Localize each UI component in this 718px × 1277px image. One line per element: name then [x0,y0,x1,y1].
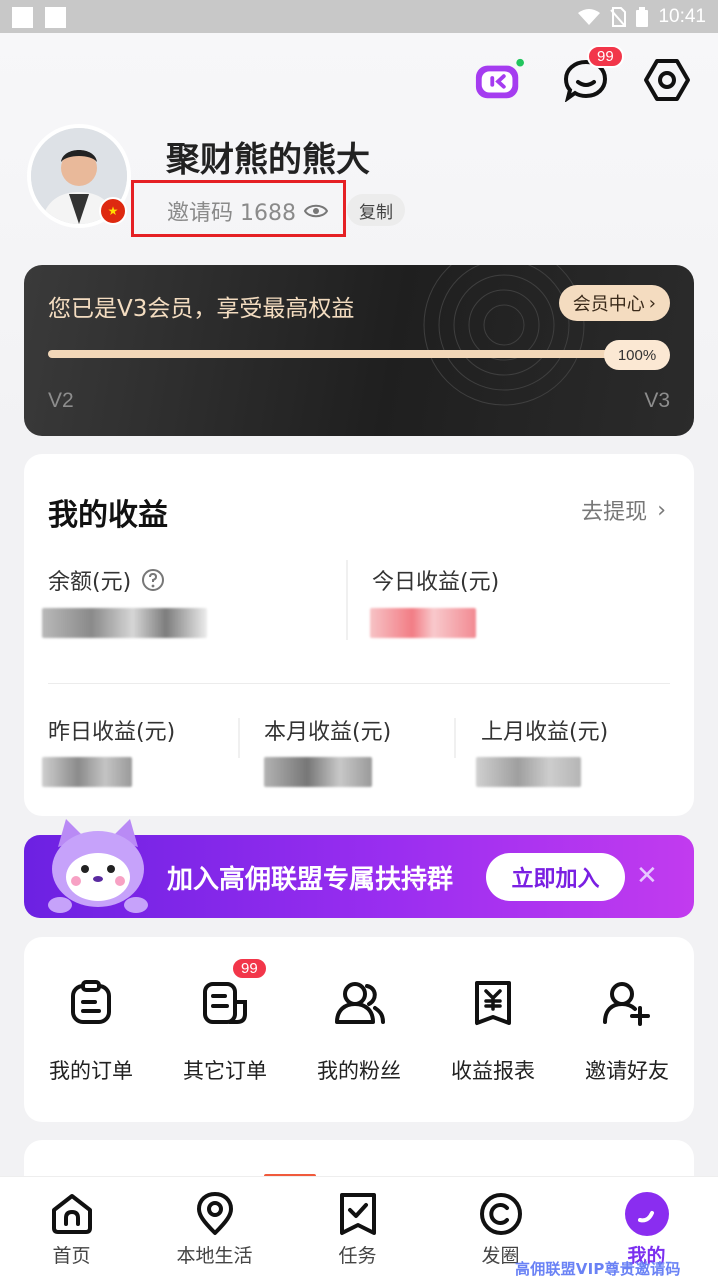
chevron-right-icon: › [657,497,666,523]
withdraw-link[interactable]: 去提现 › [581,494,666,526]
robot-assistant-button[interactable] [474,57,524,103]
earnings-card: 我的收益 去提现 › 余额(元) 今日收益(元) 昨日收益(元) 本月收益(元)… [24,454,694,816]
last-month-earnings-value-blurred [476,757,581,787]
copy-button[interactable]: 复制 [347,194,405,226]
tab-label: 发圈 [481,1245,520,1267]
vip-level-from: V2 [48,389,74,412]
close-icon[interactable]: ✕ [636,861,658,891]
last-month-earnings-label: 上月收益(元) [481,720,609,745]
notification-icon [12,7,33,28]
settings-button[interactable] [642,57,692,103]
divider [238,718,240,758]
month-earnings-value-blurred [264,757,372,787]
today-earnings-label: 今日收益(元) [372,570,500,595]
shortcut-label: 我的订单 [49,1059,133,1083]
earnings-title: 我的收益 [48,498,168,533]
other-orders-badge: 99 [231,957,268,980]
withdraw-label: 去提现 [581,500,648,525]
vip-title: 您已是V3会员，享受最高权益 [48,296,355,322]
eye-icon[interactable] [303,203,328,219]
balance-label: 余额(元) [48,564,165,596]
balance-value-blurred [42,608,207,638]
shortcut-other-orders[interactable]: 99 其它订单 [158,937,292,1122]
month-earnings-label: 本月收益(元) [264,720,392,745]
username: 聚财熊的熊大 [166,140,370,180]
yesterday-earnings-value-blurred [42,757,132,787]
today-earnings-value-blurred [370,608,476,638]
shortcut-label: 收益报表 [451,1059,535,1083]
shortcut-earnings-report[interactable]: 收益报表 [426,937,560,1122]
vip-card[interactable]: 您已是V3会员，享受最高权益 会员中心 › 100% V2 V3 [24,265,694,436]
tab-local-life[interactable]: 本地生活 [143,1177,286,1277]
watermark-text: 高佣联盟VIP尊贵邀请码1688 [515,1260,681,1277]
member-center-label: 会员中心 [572,294,645,315]
yesterday-earnings-label: 昨日收益(元) [48,720,176,745]
shortcut-invite-friends[interactable]: 邀请好友 [560,937,694,1122]
tab-label: 本地生活 [176,1245,253,1267]
vip-level-to: V3 [644,389,670,412]
report-icon [475,981,511,1025]
location-icon [196,1192,233,1235]
shortcut-my-orders[interactable]: 我的订单 [24,937,158,1122]
status-time: 10:41 [658,5,706,27]
wifi-icon [578,8,601,25]
home-icon [51,1194,92,1234]
profile-icon [624,1192,669,1236]
help-icon[interactable] [141,568,165,592]
no-sim-icon [610,6,627,27]
member-center-button[interactable]: 会员中心 › [558,285,670,321]
status-bar: 10:41 [0,0,718,33]
invite-friend-icon [603,982,650,1026]
shortcut-my-fans[interactable]: 我的粉丝 [292,937,426,1122]
divider [48,683,670,684]
promo-text: 加入高佣联盟专属扶持群 [167,865,454,895]
fans-icon [335,982,385,1024]
order-icon [71,980,111,1024]
join-group-banner[interactable]: 加入高佣联盟专属扶持群 立即加入 ✕ [24,819,694,918]
vip-progress-label: 100% [604,340,670,370]
other-order-icon [203,982,247,1024]
robot-icon [475,58,524,99]
message-badge: 99 [587,45,624,68]
shortcuts-card: 我的订单 99 其它订单 我的粉丝 收益报表 邀请好友 [24,937,694,1122]
shortcut-label: 邀请好友 [585,1059,669,1083]
moments-icon [479,1193,522,1235]
task-icon [339,1193,376,1235]
chevron-right-icon: › [648,292,656,314]
shortcut-label: 我的粉丝 [317,1059,401,1083]
vip-progress-bar [48,350,628,358]
battery-icon [636,6,649,27]
tab-home[interactable]: 首页 [0,1177,143,1277]
flag-icon: ★ [99,197,127,225]
messages-button[interactable]: 99 [561,45,624,103]
invite-code-text: 邀请码 1688 [167,201,296,226]
divider [346,560,348,640]
tab-task[interactable]: 任务 [286,1177,429,1277]
mascot-icon [48,819,148,913]
divider [454,718,456,758]
tab-label: 首页 [52,1245,91,1267]
join-now-button[interactable]: 立即加入 [486,853,625,901]
invite-code: 邀请码 1688 [167,195,328,227]
settings-icon [644,59,690,101]
tab-label: 任务 [338,1245,377,1267]
shortcut-label: 其它订单 [183,1059,267,1083]
notification-icon [45,7,66,28]
balance-label-text: 余额(元) [48,570,132,595]
